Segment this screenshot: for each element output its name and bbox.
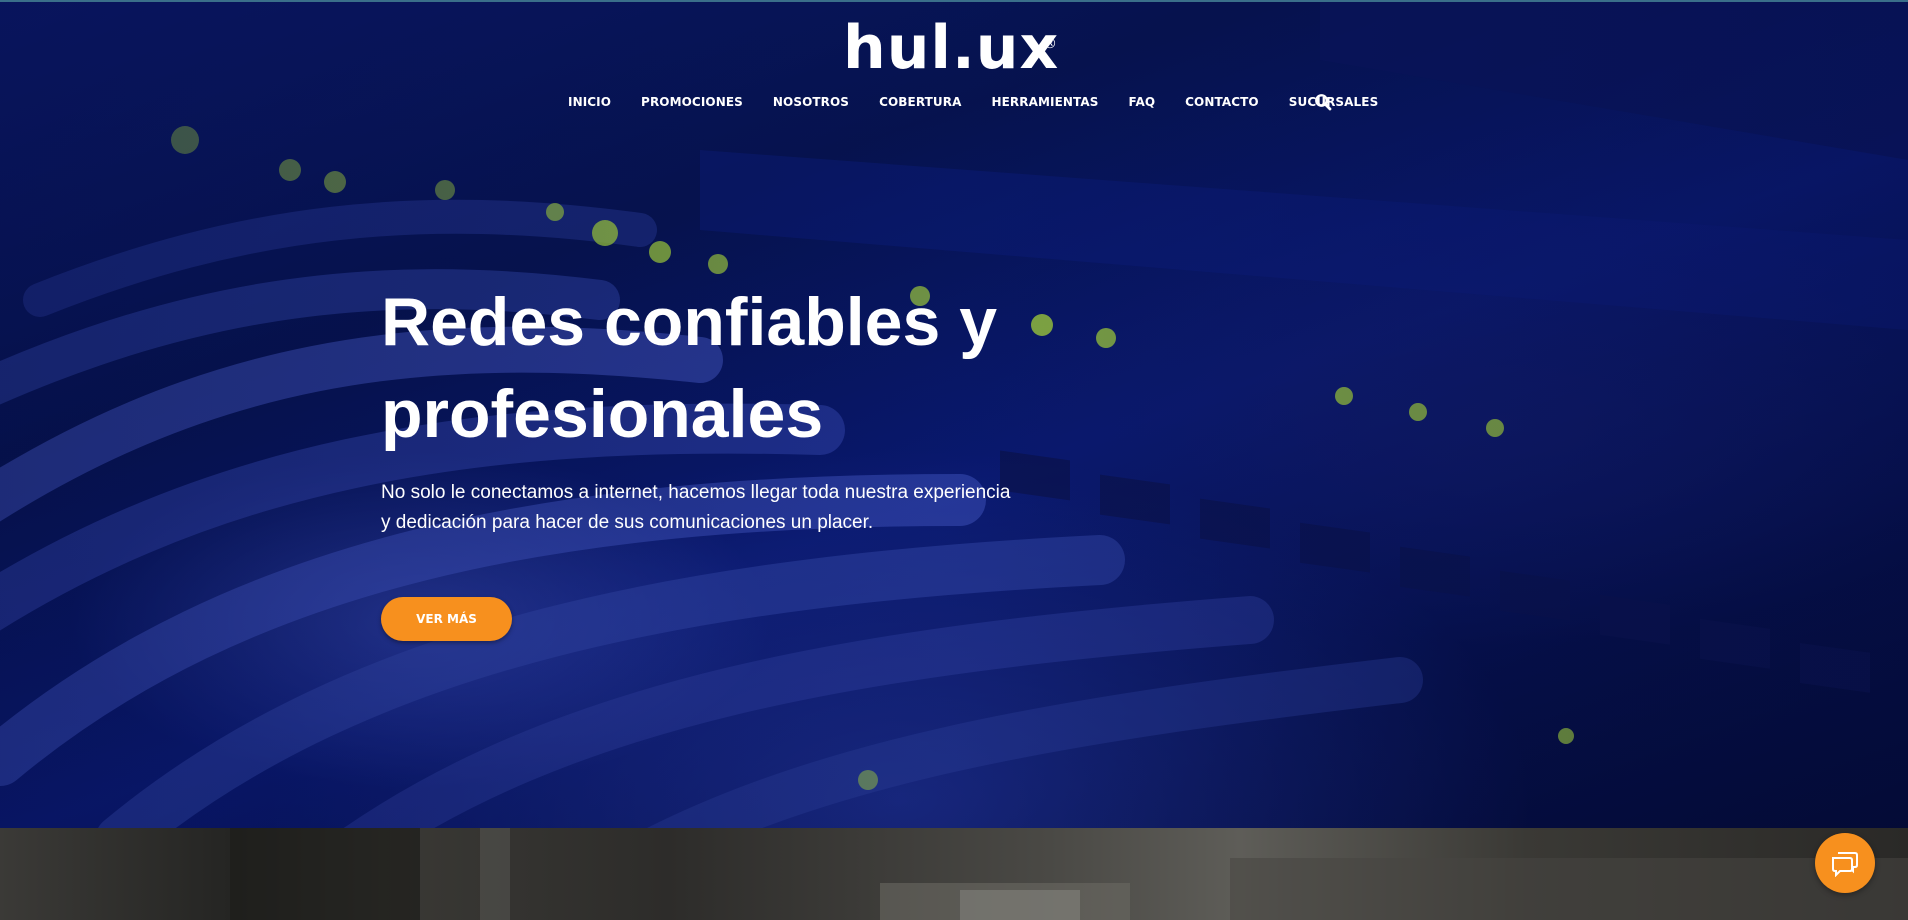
- nav-item-inicio[interactable]: INICIO: [568, 95, 611, 109]
- next-section-image: [230, 828, 1908, 920]
- nav-item-sucursales[interactable]: SUCURSALES: [1289, 95, 1379, 109]
- hero-subtitle: No solo le conectamos a internet, hacemo…: [381, 482, 1011, 533]
- hero-title: Redes confiables y profesionales: [381, 284, 998, 452]
- next-section: [0, 828, 1908, 920]
- nav-item-cobertura[interactable]: COBERTURA: [879, 95, 961, 109]
- logo[interactable]: hul.ux ®: [843, 13, 1063, 83]
- chat-button[interactable]: [1815, 833, 1875, 893]
- nav-item-promociones[interactable]: PROMOCIONES: [641, 95, 743, 109]
- page: hul.ux ® INICIO PROMOCIONES NOSOTROS COB…: [0, 0, 1908, 920]
- top-border: [0, 0, 1908, 2]
- chat-icon: [1832, 852, 1858, 877]
- nav-item-herramientas[interactable]: HERRAMIENTAS: [991, 95, 1098, 109]
- nav-item-contacto[interactable]: CONTACTO: [1185, 95, 1259, 109]
- nav-item-nosotros[interactable]: NOSOTROS: [773, 95, 849, 109]
- ver-mas-button[interactable]: VER MÁS: [381, 597, 512, 641]
- logo-registered-mark: ®: [1043, 36, 1057, 52]
- logo-text: hul.ux: [843, 13, 1060, 83]
- nav-item-faq[interactable]: FAQ: [1129, 95, 1156, 109]
- search-icon[interactable]: [1314, 93, 1332, 111]
- main-nav: INICIO PROMOCIONES NOSOTROS COBERTURA HE…: [568, 91, 1408, 113]
